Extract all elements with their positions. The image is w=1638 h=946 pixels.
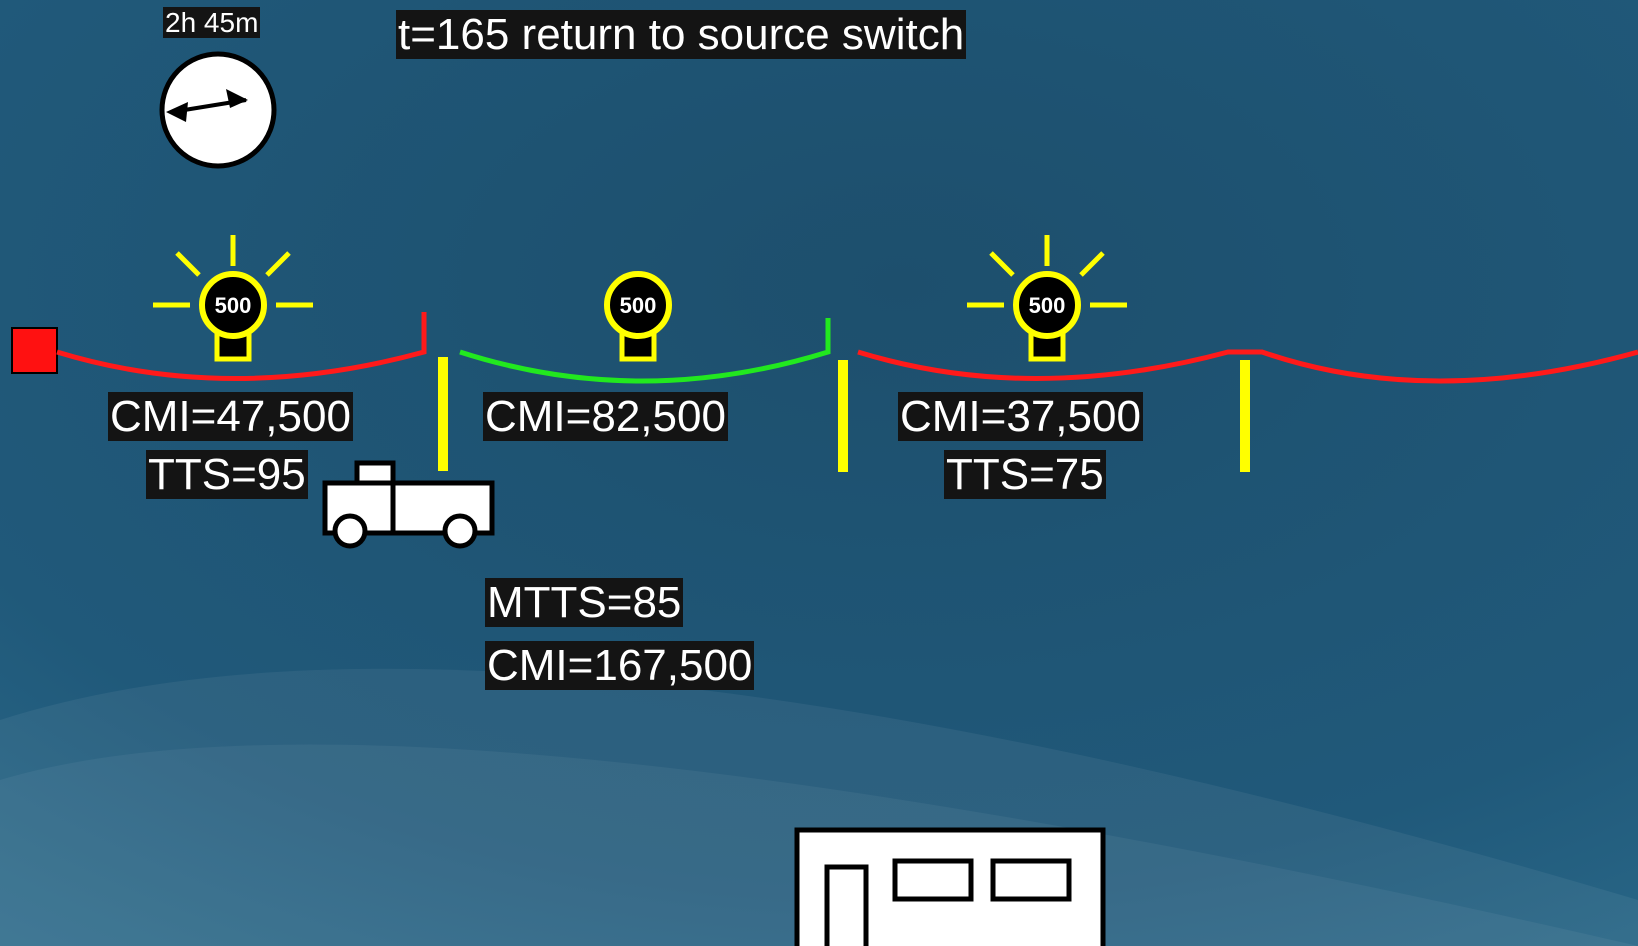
bulb-label: 500 [215,293,252,318]
switch-icon [838,360,848,472]
outage-duration-label: 2h 45m [163,7,261,39]
section-3-tts: TTS=75 [944,450,1106,500]
clock-icon [159,51,277,169]
source-breaker-icon [11,327,58,374]
switch-icon [1240,360,1250,472]
section-1-cmi: CMI=47,500 [108,392,353,442]
switch-icon [438,357,448,471]
section-3-cmi: CMI=37,500 [898,392,1143,442]
bulb-label: 500 [620,293,657,318]
summary-mtts: MTTS=85 [485,578,684,628]
section-1-tts: TTS=95 [146,450,308,500]
substation-icon [794,827,1106,946]
section-2-cmi: CMI=82,500 [483,392,728,442]
bulb-label: 500 [1029,293,1066,318]
scenario-title: t=165 return to source switch [396,10,967,60]
summary-cmi: CMI=167,500 [485,641,755,691]
